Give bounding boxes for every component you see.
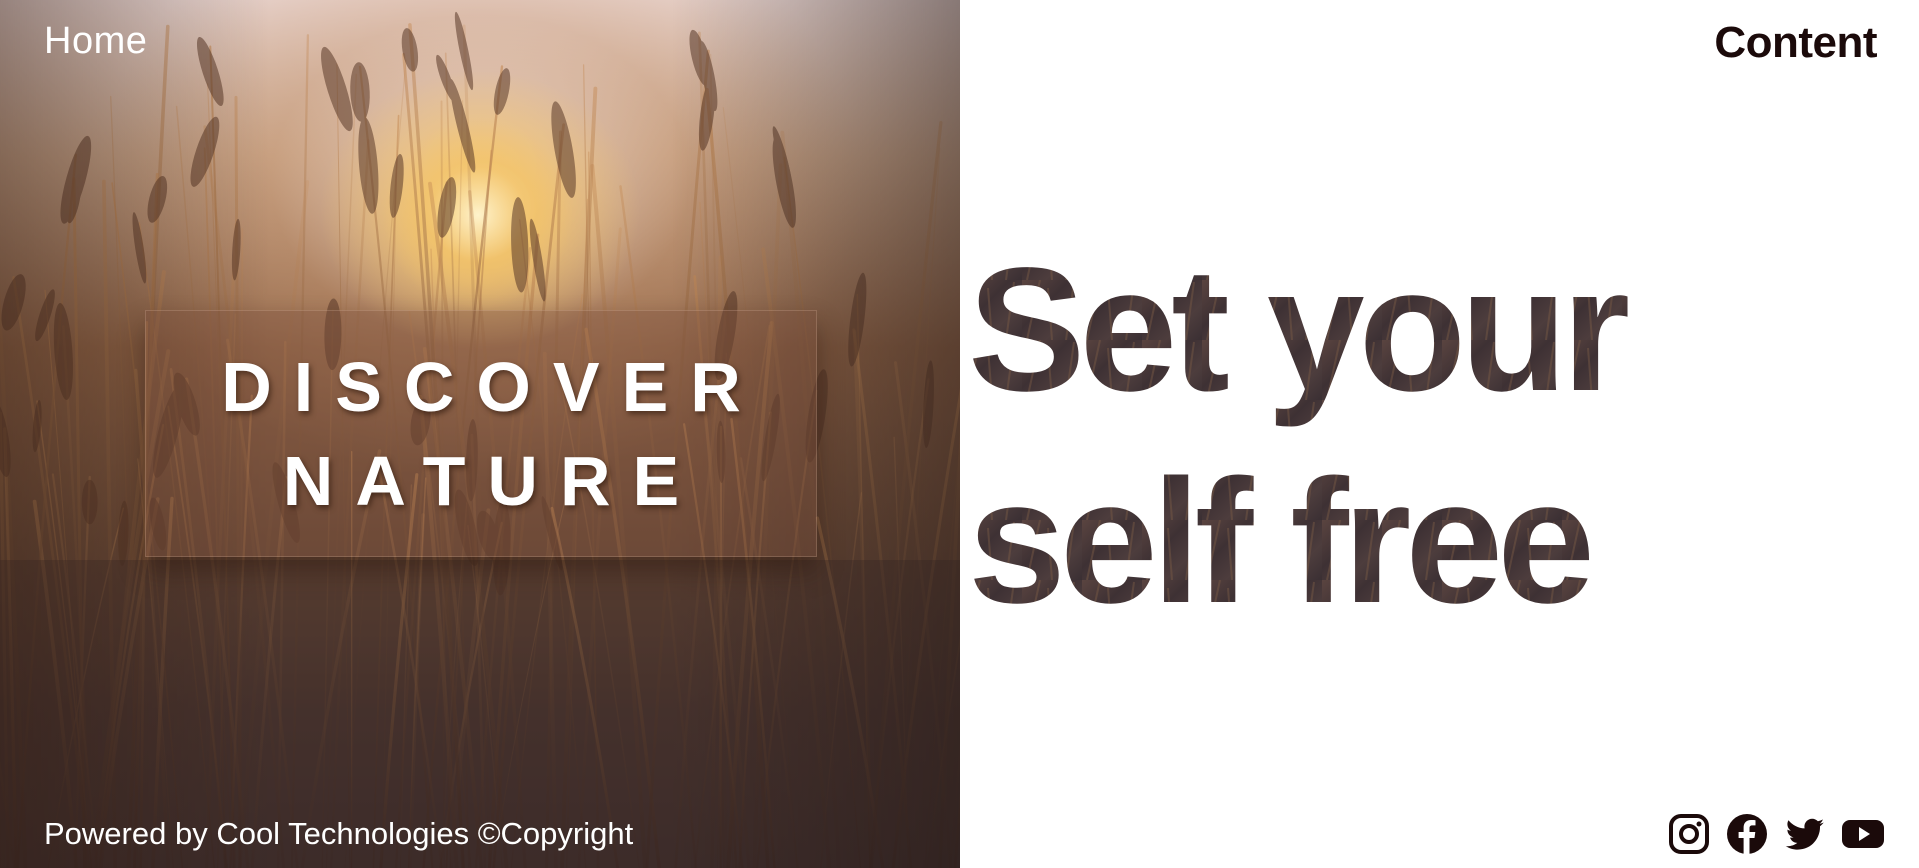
instagram-icon[interactable]	[1667, 812, 1711, 856]
headline: Set your self free	[962, 220, 1722, 640]
hero-panel: Home DISCOVER NATURE Powered by Cool Tec…	[0, 0, 960, 868]
discover-nature-banner: DISCOVER NATURE	[145, 310, 817, 557]
social-links	[1667, 812, 1885, 856]
copyright-text: Powered by Cool Technologies ©Copyright	[44, 816, 634, 851]
landing-page: Home DISCOVER NATURE Powered by Cool Tec…	[0, 0, 1919, 868]
headline-line-2: self free	[968, 444, 1589, 620]
facebook-icon[interactable]	[1725, 812, 1769, 856]
home-link[interactable]: Home	[44, 20, 147, 63]
banner-title-line-1: DISCOVER	[221, 347, 763, 426]
headline-line-1: Set your	[968, 232, 1628, 428]
headline-text-svg: Set your self free	[968, 232, 1634, 640]
banner-title-line-2: NATURE	[282, 441, 702, 520]
twitter-icon[interactable]	[1783, 812, 1827, 856]
content-link[interactable]: Content	[1714, 18, 1877, 68]
youtube-icon[interactable]	[1841, 812, 1885, 856]
